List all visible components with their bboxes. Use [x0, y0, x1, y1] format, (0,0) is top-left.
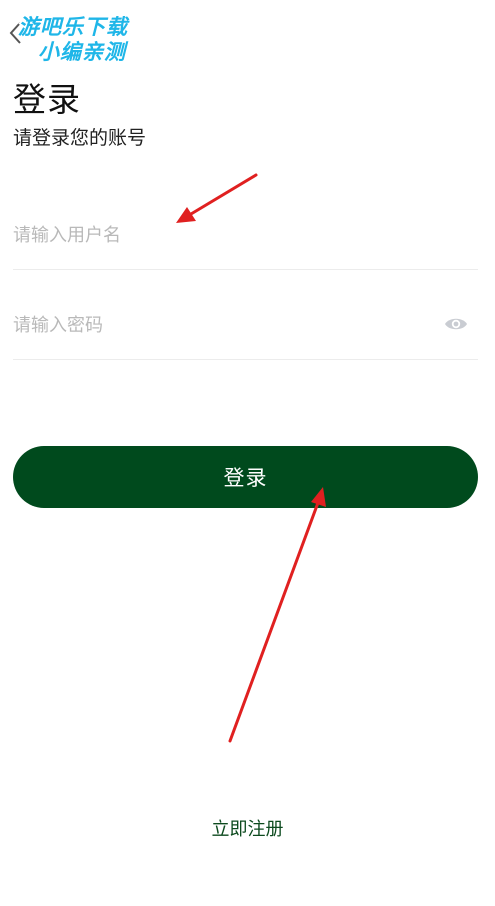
username-field — [13, 217, 478, 270]
page-subtitle: 请登录您的账号 — [13, 127, 147, 149]
page-title: 登录 — [13, 80, 81, 119]
password-input[interactable] — [13, 307, 433, 343]
register-link[interactable]: 立即注册 — [0, 815, 495, 841]
annotation-arrow-login — [228, 487, 326, 743]
watermark-line-2: 小编亲测 — [38, 40, 129, 64]
password-field — [13, 307, 478, 360]
annotation-arrow-username — [176, 173, 258, 223]
username-input[interactable] — [13, 217, 433, 253]
eye-icon[interactable] — [444, 314, 468, 334]
watermark: 游吧乐下载 小编亲测 — [17, 14, 131, 66]
login-button[interactable]: 登录 — [13, 446, 478, 508]
watermark-line-1: 游吧乐下载 — [18, 15, 130, 39]
